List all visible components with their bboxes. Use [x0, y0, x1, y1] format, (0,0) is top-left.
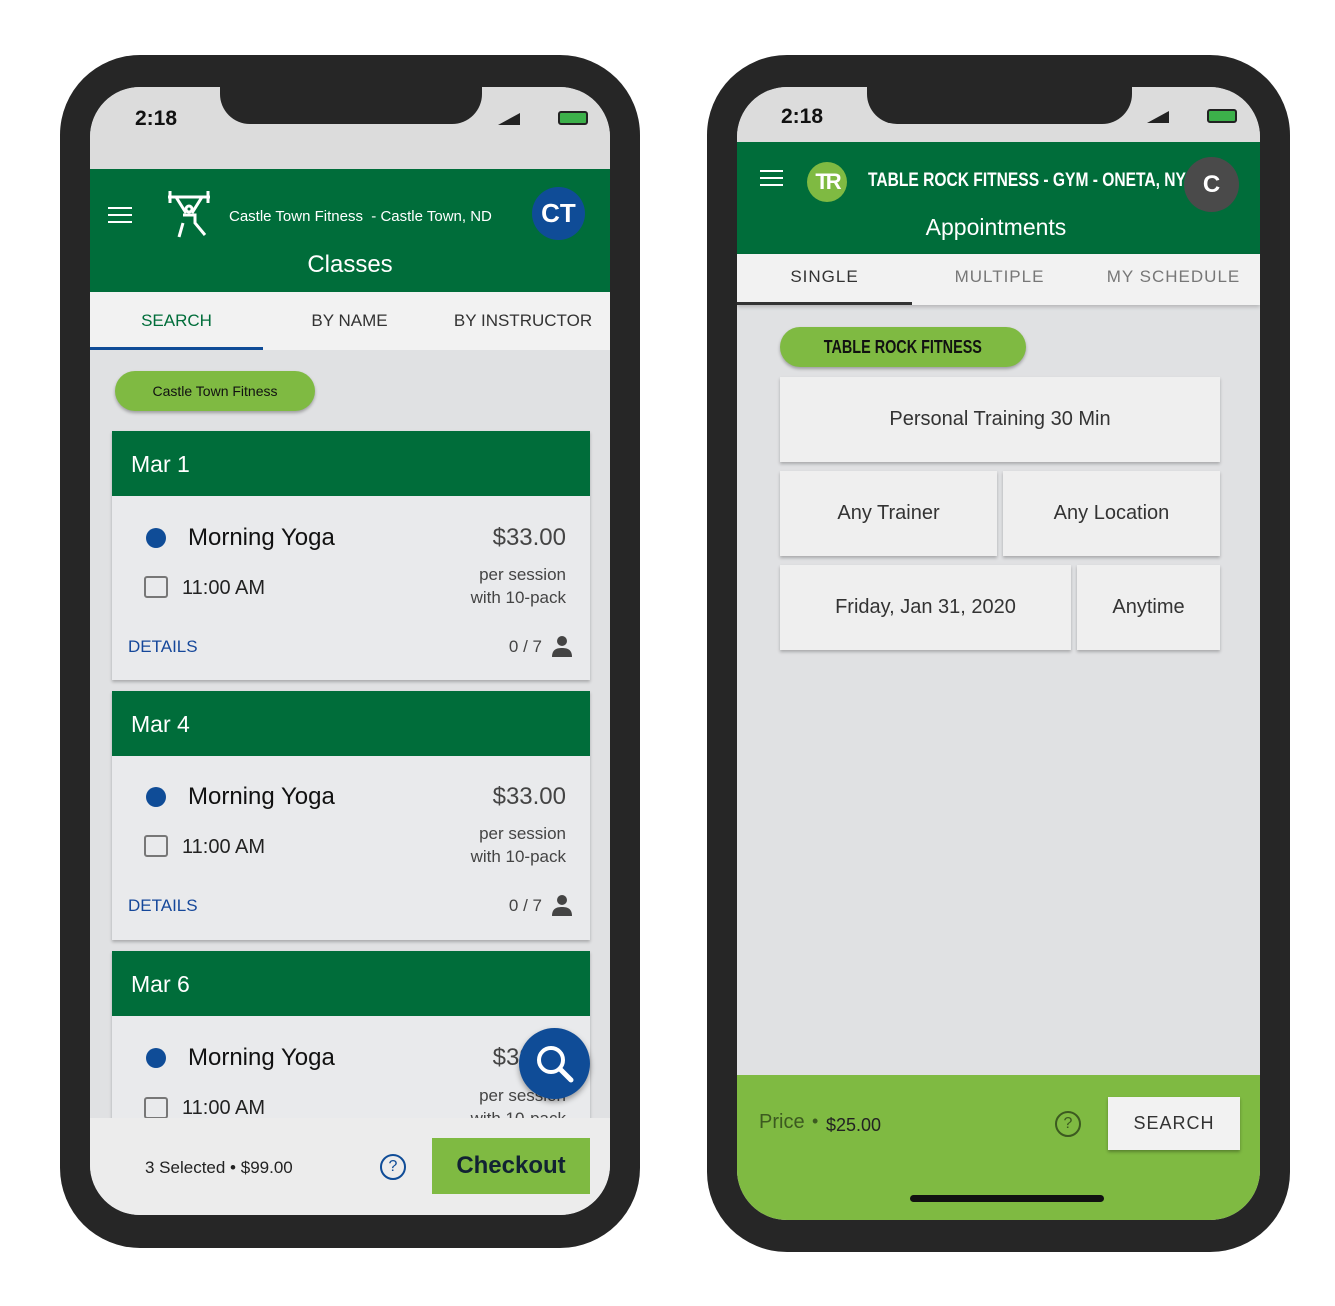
menu-icon[interactable]: [108, 207, 132, 223]
location-chip[interactable]: Castle Town Fitness: [115, 371, 315, 411]
price-separator: •: [812, 1111, 819, 1131]
home-indicator: [910, 1195, 1104, 1202]
details-link[interactable]: DETAILS: [128, 896, 198, 916]
gym-name: Castle Town Fitness - Castle Town, ND: [229, 208, 492, 225]
checkbox-icon[interactable]: [144, 1097, 168, 1119]
class-time: 11:00 AM: [182, 836, 266, 858]
checkout-bar: 3 Selected • $99.00 ? Checkout: [90, 1118, 610, 1215]
class-date: Mar 4: [112, 691, 590, 756]
search-button[interactable]: SEARCH: [1108, 1097, 1240, 1150]
tr-logo: TR: [807, 162, 847, 202]
time-select[interactable]: Anytime: [1077, 565, 1220, 650]
class-price: $33.00: [492, 524, 566, 551]
left-screen: 2:18 Castle Town Fitness - Castle Town, …: [90, 87, 610, 1215]
service-select[interactable]: Personal Training 30 Min: [780, 377, 1220, 462]
class-time: 11:00 AM: [182, 577, 266, 599]
class-card[interactable]: Mar 4 Morning Yoga $33.00 11:00 AM per s…: [112, 691, 590, 940]
page-title: Appointments: [925, 214, 1067, 240]
gym-name: TABLE ROCK FITNESS - GYM - ONETA, NY: [868, 170, 1186, 191]
tab-by-instructor[interactable]: BY INSTRUCTOR: [436, 311, 610, 331]
status-time: 2:18: [781, 105, 824, 128]
signal-icon: [1147, 111, 1169, 123]
signal-icon: [498, 113, 520, 125]
person-icon: [552, 895, 572, 916]
tab-multiple[interactable]: MULTIPLE: [912, 267, 1087, 287]
tab-single[interactable]: SINGLE: [737, 267, 912, 287]
class-date: Mar 6: [112, 951, 590, 1016]
status-dot: [146, 1048, 166, 1068]
status-dot: [146, 787, 166, 807]
avatar[interactable]: C: [1184, 157, 1239, 212]
price-value: $25.00: [826, 1115, 882, 1135]
price-bar: Price • $25.00 ? SEARCH: [737, 1075, 1260, 1220]
class-name: Morning Yoga: [188, 1044, 335, 1071]
help-icon[interactable]: ?: [1055, 1111, 1081, 1137]
tab-my-schedule[interactable]: MY SCHEDULE: [1087, 267, 1260, 287]
status-dot: [146, 528, 166, 548]
app-header: TR TABLE ROCK FITNESS - GYM - ONETA, NY …: [737, 142, 1260, 254]
enrollment-count: 0 / 7: [508, 637, 542, 656]
price-note: per session with 10-pack: [471, 822, 566, 868]
app-header: Castle Town Fitness - Castle Town, ND CT…: [90, 169, 610, 292]
avatar[interactable]: CT: [532, 187, 585, 240]
class-date: Mar 1: [112, 431, 590, 496]
tab-bar: SINGLE MULTIPLE MY SCHEDULE: [737, 254, 1260, 305]
class-time: 11:00 AM: [182, 1097, 266, 1119]
pack-note: with 10-pack: [470, 847, 566, 866]
person-icon: [552, 636, 572, 657]
checkbox-icon[interactable]: [144, 576, 168, 598]
battery-icon: [558, 111, 588, 125]
price-note: per session with 10-pack: [471, 563, 566, 609]
selection-summary: 3 Selected • $99.00: [145, 1158, 293, 1177]
per-session: per session: [479, 824, 566, 843]
status-time: 2:18: [135, 107, 178, 130]
checkout-button[interactable]: Checkout: [432, 1138, 590, 1194]
pack-note: with 10-pack: [470, 588, 566, 607]
checkbox-icon[interactable]: [144, 835, 168, 857]
location-chip[interactable]: TABLE ROCK FITNESS: [780, 327, 1026, 367]
weightlifter-logo-icon: [168, 191, 210, 238]
date-select[interactable]: Friday, Jan 31, 2020: [780, 565, 1071, 650]
class-card[interactable]: Mar 1 Morning Yoga $33.00 11:00 AM per s…: [112, 431, 590, 680]
help-icon[interactable]: ?: [380, 1154, 406, 1180]
tab-by-name[interactable]: BY NAME: [263, 311, 436, 331]
search-fab[interactable]: [519, 1028, 590, 1099]
menu-icon[interactable]: [760, 170, 783, 186]
battery-icon: [1207, 109, 1237, 123]
tab-search[interactable]: SEARCH: [90, 311, 263, 331]
right-screen: 2:18 TR TABLE ROCK FITNESS - GYM - ONETA…: [737, 87, 1260, 1220]
class-name: Morning Yoga: [188, 783, 335, 810]
enrollment-count: 0 / 7: [508, 896, 542, 915]
tab-bar: SEARCH BY NAME BY INSTRUCTOR: [90, 292, 610, 350]
location-chip-label: TABLE ROCK FITNESS: [823, 337, 983, 357]
page-title: Classes: [307, 251, 393, 278]
class-price: $33.00: [492, 783, 566, 810]
price-label: Price: [759, 1111, 805, 1133]
location-select[interactable]: Any Location: [1003, 471, 1220, 556]
trainer-select[interactable]: Any Trainer: [780, 471, 997, 556]
per-session: per session: [479, 565, 566, 584]
details-link[interactable]: DETAILS: [128, 637, 198, 657]
search-icon: [537, 1046, 574, 1083]
class-name: Morning Yoga: [188, 524, 335, 551]
